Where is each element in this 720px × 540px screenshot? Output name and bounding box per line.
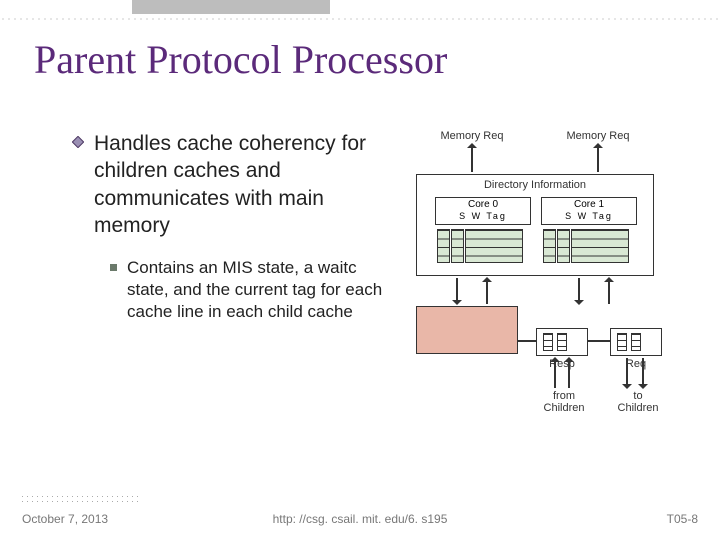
- core1-box: Core 1 S W Tag: [541, 197, 637, 225]
- diamond-bullet-icon: [72, 136, 84, 148]
- dotted-rule: [0, 0, 720, 22]
- arrow-memreq-left: [471, 144, 473, 172]
- arrow-from-children-1: [554, 358, 556, 388]
- conn-pp-resp: [518, 340, 536, 342]
- conn-resp-req: [588, 340, 610, 342]
- resp-box: [536, 328, 588, 356]
- core1-sub: S W Tag: [542, 211, 636, 221]
- arrow-memreq-right: [597, 144, 599, 172]
- bullet-1: Handles cache coherency for children cac…: [72, 130, 392, 239]
- bullet-2: Contains an MIS state, a waitc state, an…: [110, 257, 392, 323]
- diagram: Memory Req Memory Req Directory Informat…: [408, 130, 698, 470]
- core0-sub: S W Tag: [436, 211, 530, 221]
- footer: October 7, 2013 http: //csg. csail. mit.…: [0, 512, 720, 526]
- slide: Parent Protocol Processor Handles cache …: [0, 0, 720, 540]
- arrow-to-children-2: [642, 358, 644, 388]
- core0-box: Core 0 S W Tag: [435, 197, 531, 225]
- top-decor: [0, 0, 720, 22]
- arrow-to-pp-2: [578, 278, 580, 304]
- arrow-from-pp-2: [608, 278, 610, 304]
- square-bullet-icon: [110, 264, 117, 271]
- core0-title: Core 0: [436, 198, 530, 211]
- label-resp: Resp: [536, 358, 588, 370]
- directory-title: Directory Information: [417, 175, 653, 195]
- gray-block: [132, 0, 330, 14]
- footer-url: http: //csg. csail. mit. edu/6. s195: [162, 512, 558, 526]
- footer-page: T05-8: [558, 512, 698, 526]
- bullet-2-text: Contains an MIS state, a waitc state, an…: [127, 257, 392, 323]
- arrow-to-pp-1: [456, 278, 458, 304]
- arrow-from-children-2: [568, 358, 570, 388]
- req-box: [610, 328, 662, 356]
- corner-dots: [20, 494, 140, 504]
- bullet-1-text: Handles cache coherency for children cac…: [94, 130, 392, 239]
- protocol-processor-box: [416, 306, 518, 354]
- label-to-children: to Children: [608, 390, 668, 414]
- bullet-list: Handles cache coherency for children cac…: [72, 130, 392, 323]
- core0-grid: [437, 229, 523, 263]
- arrow-to-children-1: [626, 358, 628, 388]
- label-from-children: from Children: [534, 390, 594, 414]
- core1-grid: [543, 229, 629, 263]
- core1-title: Core 1: [542, 198, 636, 211]
- directory-box: Directory Information Core 0 S W Tag Cor…: [416, 174, 654, 276]
- slide-title: Parent Protocol Processor: [34, 36, 447, 83]
- label-req: Req: [610, 358, 662, 370]
- arrow-from-pp-1: [486, 278, 488, 304]
- footer-date: October 7, 2013: [22, 512, 162, 526]
